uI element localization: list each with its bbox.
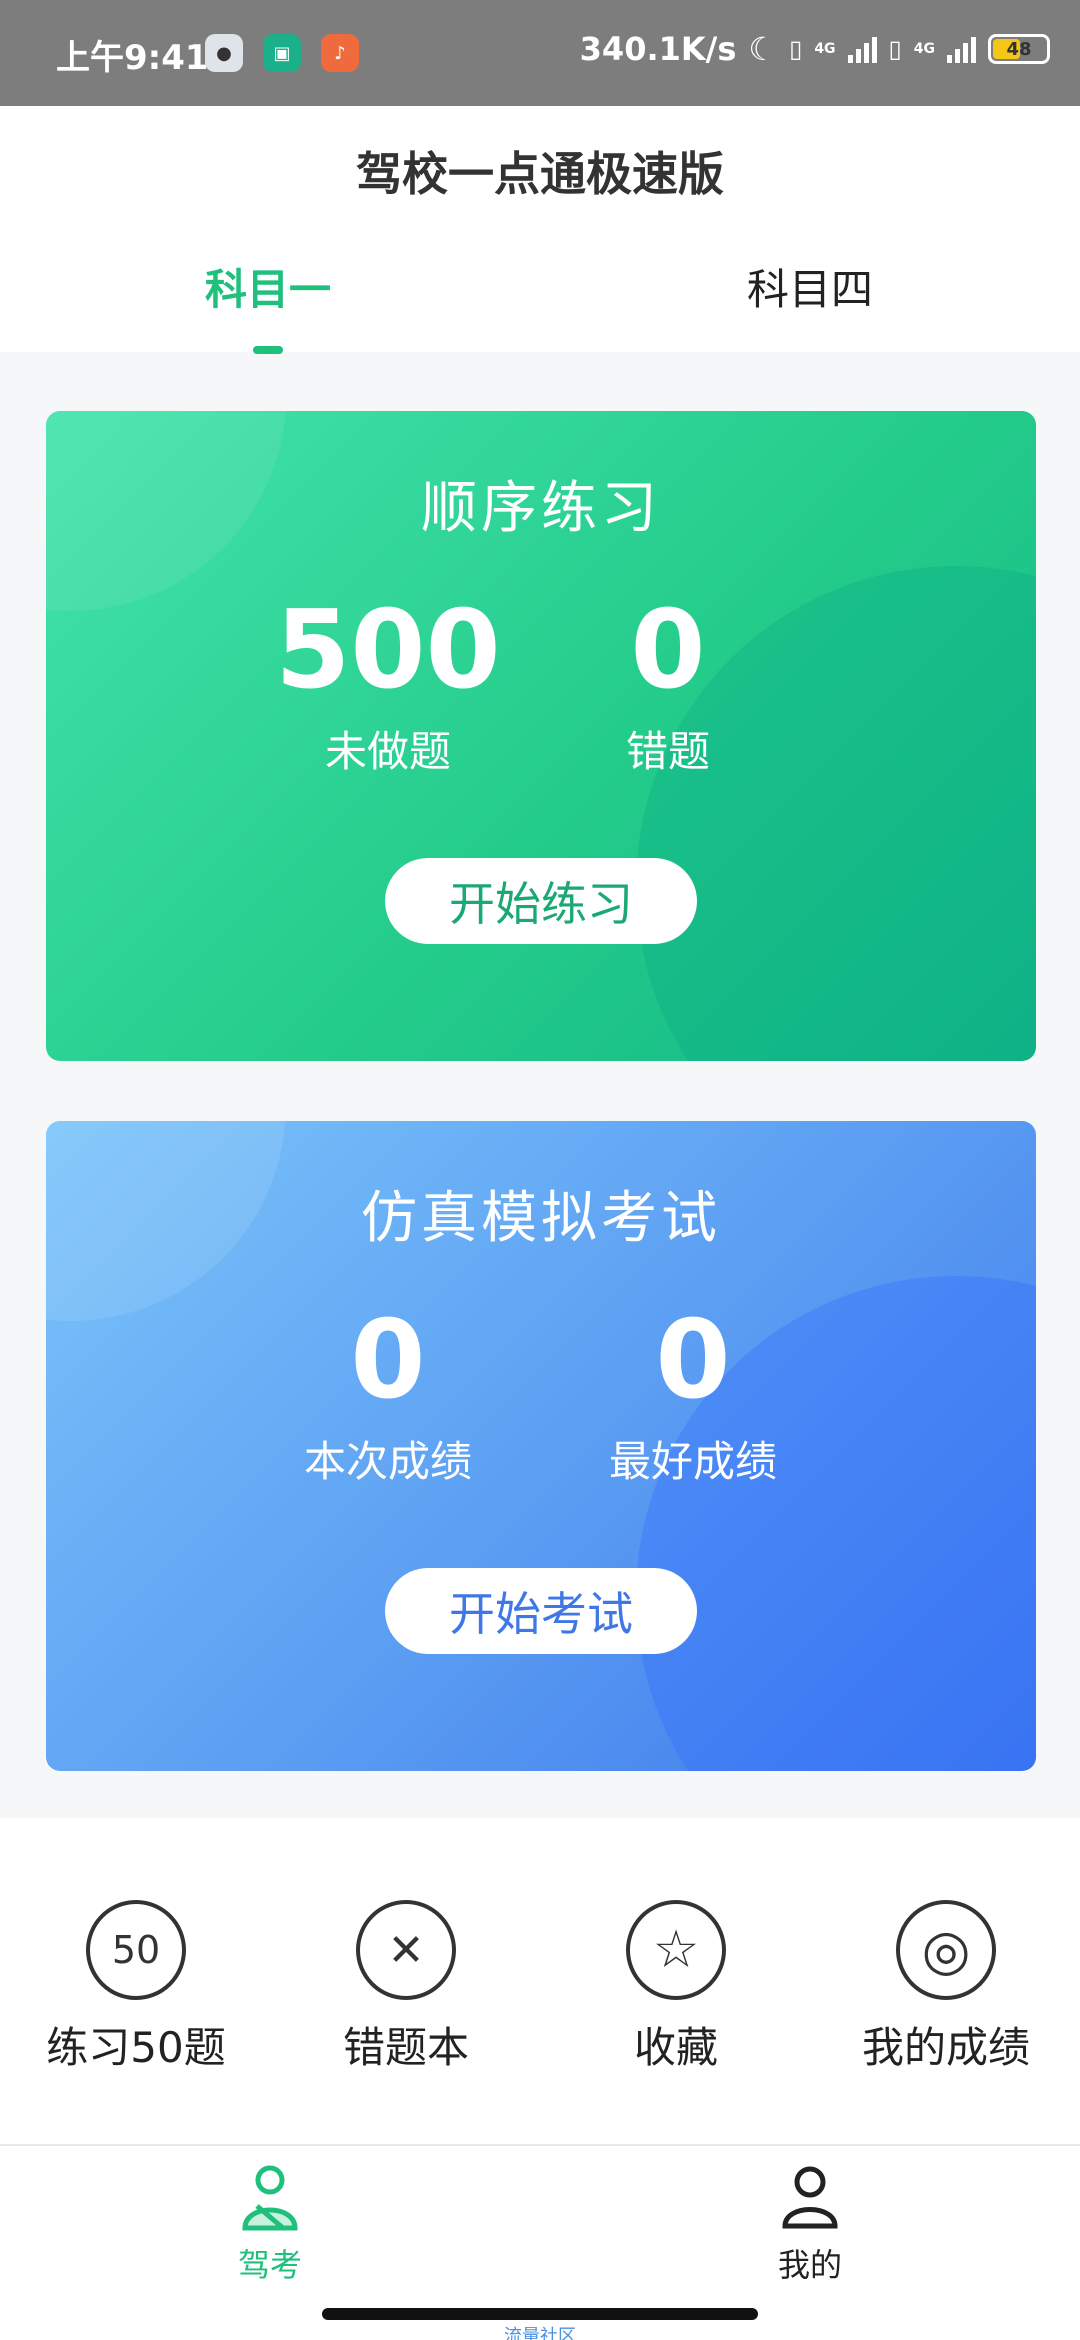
current-score: 0 [350,1298,426,1423]
network-type-2: 4G [913,41,935,57]
qq-penguin-icon: ● [205,34,243,72]
footer-note: 流量社区 [504,2326,576,2340]
wrong-answers-icon: ✕ [356,1900,456,2000]
quick-action-favorites[interactable]: ☆ 收藏 [556,1900,796,2075]
quick-action-label: 收藏 [633,2023,718,2072]
home-indicator[interactable] [322,2308,758,2320]
quick-action-label: 错题本 [342,2023,469,2072]
wrong-label: 错题 [625,727,710,776]
battery-icon: 48 [988,34,1050,64]
quick-action-my-scores[interactable]: ◎ 我的成绩 [826,1900,1066,2075]
microphone-app-icon: ♪ [321,34,359,72]
moon-icon: ☾ [748,30,778,68]
nav-label: 我的 [777,2246,842,2284]
best-score-stat: 0 最好成绩 [543,1306,843,1489]
star-icon: ☆ [626,1900,726,2000]
status-bar: 上午9:41 ● ▣ ♪ 340.1K/s ☾ ▯ 4G ▯ 4G 48 [0,0,1080,106]
page-title: 驾校一点通极速版 [356,147,724,201]
tab-subject-one[interactable]: 科目一 [118,256,418,317]
fifty-questions-icon: 50 [86,1900,186,2000]
battery-level: 48 [1006,38,1032,60]
network-speed: 340.1K/s [579,30,737,68]
best-score-label: 最好成绩 [608,1437,777,1486]
signal-icon [847,35,877,63]
profile-icon [782,2166,838,2229]
current-score-label: 本次成绩 [303,1437,472,1486]
quick-action-practice-50[interactable]: 50 练习50题 [16,1900,256,2075]
quick-action-label: 我的成绩 [861,2023,1030,2072]
tab-active-indicator [253,346,283,354]
start-practice-button[interactable]: 开始练习 [385,858,697,944]
tab-subject-four[interactable]: 科目四 [660,256,960,317]
wrong-stat: 0 错题 [518,596,818,779]
signal-icon-2 [947,35,976,63]
subject-tabs: 科目一 科目四 [0,256,1080,354]
nav-label: 驾考 [237,2246,302,2284]
android-store-icon: ▣ [263,34,301,72]
unanswered-stat: 500 未做题 [238,596,538,779]
unanswered-label: 未做题 [324,727,451,776]
quick-actions: 50 练习50题 ✕ 错题本 ☆ 收藏 ◎ 我的成绩 [0,1818,1080,2144]
sequential-practice-card[interactable]: 顺序练习 500 未做题 0 错题 开始练习 [46,411,1036,1061]
best-score: 0 [655,1298,731,1423]
vibrate-icon-2: ▯ [888,35,902,63]
status-right: 340.1K/s ☾ ▯ 4G ▯ 4G 48 [580,30,1050,68]
current-score-stat: 0 本次成绩 [238,1306,538,1489]
status-time: 上午9:41 [56,38,209,78]
nav-profile[interactable]: 我的 [710,2160,910,2286]
unanswered-count: 500 [275,588,501,713]
start-exam-button[interactable]: 开始考试 [385,1568,697,1654]
quick-action-label: 练习50题 [46,2023,226,2072]
header: 驾校一点通极速版 科目一 科目四 [0,106,1080,354]
network-type-1: 4G [814,41,836,57]
mock-exam-card[interactable]: 仿真模拟考试 0 本次成绩 0 最好成绩 开始考试 [46,1121,1036,1771]
notification-apps: ● ▣ ♪ [205,34,359,72]
driving-test-icon [242,2165,298,2231]
score-icon: ◎ [896,1900,996,2000]
vibrate-icon: ▯ [789,35,803,63]
quick-action-wrong-book[interactable]: ✕ 错题本 [286,1900,526,2075]
wrong-count: 0 [630,588,706,713]
practice-card-title: 顺序练习 [421,476,661,541]
nav-driving-test[interactable]: 驾考 [170,2160,370,2286]
exam-card-title: 仿真模拟考试 [361,1186,721,1251]
